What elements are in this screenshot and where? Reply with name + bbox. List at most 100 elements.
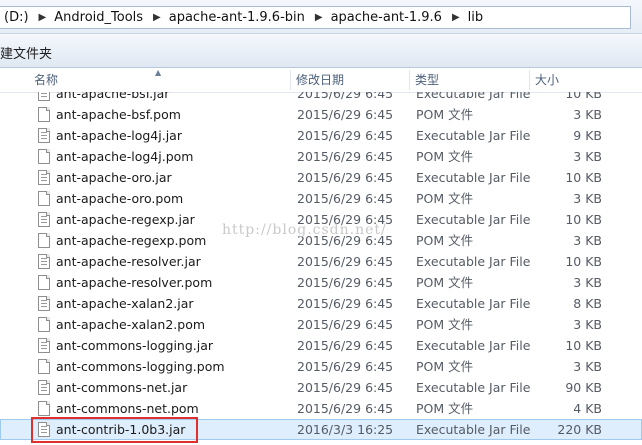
file-row[interactable]: ant-apache-resolver.pom 2015/6/29 6:45 POM…: [0, 272, 642, 293]
file-type: POM 文件: [416, 317, 474, 332]
file-size: 3 KB: [573, 317, 602, 332]
file-row[interactable]: ant-contrib-1.0b3.jar 2016/3/3 16:25 Execu…: [0, 419, 642, 440]
file-modified-date: 2016/3/3 16:25: [297, 422, 394, 437]
file-modified-date: 2015/6/29 6:45: [297, 107, 394, 122]
file-size: 10 KB: [565, 170, 602, 185]
file-name: ant-apache-log4j.pom: [56, 149, 194, 164]
file-type: Executable Jar File: [416, 422, 531, 437]
file-type: POM 文件: [416, 149, 474, 164]
file-name: ant-apache-oro.pom: [56, 191, 184, 206]
file-modified-date: 2015/6/29 6:45: [297, 92, 394, 101]
pom-file-icon: [38, 359, 50, 374]
file-row[interactable]: ant-commons-logging.jar 2015/6/29 6:45 Exe…: [0, 335, 642, 356]
file-size: 8 KB: [573, 296, 602, 311]
pom-file-icon: [38, 149, 50, 164]
file-type: Executable Jar File: [416, 170, 531, 185]
file-row[interactable]: ant-apache-resolver.jar 2015/6/29 6:45 Exe…: [0, 251, 642, 272]
file-row[interactable]: ant-apache-log4j.pom 2015/6/29 6:45 POM 文件…: [0, 146, 642, 167]
chevron-right-icon[interactable]: ▶: [311, 12, 327, 23]
file-size: 3 KB: [573, 191, 602, 206]
file-size: 3 KB: [573, 275, 602, 290]
file-size: 90 KB: [565, 380, 602, 395]
file-modified-date: 2015/6/29 6:45: [297, 338, 394, 353]
new-folder-button[interactable]: 建文件夹: [0, 43, 52, 62]
file-type: POM 文件: [416, 191, 474, 206]
file-name: ant-apache-log4j.jar: [56, 128, 182, 143]
file-rows: ant-apache-bsf.jar 2015/6/29 6:45 Executab…: [0, 92, 642, 440]
jar-file-icon: [38, 254, 50, 269]
chevron-right-icon[interactable]: ▶: [149, 12, 165, 23]
breadcrumb-lib[interactable]: lib: [464, 10, 489, 25]
file-modified-date: 2015/6/29 6:45: [297, 275, 394, 290]
breadcrumb-android-tools[interactable]: Android_Tools: [50, 10, 149, 25]
file-row[interactable]: ant-apache-oro.jar 2015/6/29 6:45 Executab…: [0, 167, 642, 188]
column-header: ▲ 名称 修改日期 类型 大小: [0, 68, 642, 93]
file-size: 9 KB: [573, 128, 602, 143]
file-row[interactable]: ant-apache-oro.pom 2015/6/29 6:45 POM 文件 3 …: [0, 188, 642, 209]
file-name: ant-apache-regexp.jar: [56, 212, 195, 227]
file-modified-date: 2015/6/29 6:45: [297, 254, 394, 269]
pom-file-icon: [38, 191, 50, 206]
file-size: 10 KB: [565, 338, 602, 353]
file-row[interactable]: ant-apache-regexp.jar 2015/6/29 6:45 Execu…: [0, 209, 642, 230]
file-row[interactable]: ant-apache-bsf.jar 2015/6/29 6:45 Executab…: [0, 92, 642, 104]
file-row[interactable]: ant-apache-regexp.pom 2015/6/29 6:45 POM 文…: [0, 230, 642, 251]
jar-file-icon: [38, 128, 50, 143]
jar-file-icon: [38, 422, 50, 437]
file-row[interactable]: ant-apache-xalan2.jar 2015/6/29 6:45 Execu…: [0, 293, 642, 314]
file-name: ant-apache-resolver.jar: [56, 254, 201, 269]
breadcrumb-drive[interactable]: (D:): [0, 10, 35, 25]
file-type: Executable Jar File: [416, 338, 531, 353]
file-size: 220 KB: [557, 422, 602, 437]
file-modified-date: 2015/6/29 6:45: [297, 191, 394, 206]
file-row[interactable]: ant-apache-bsf.pom 2015/6/29 6:45 POM 文件 3 …: [0, 104, 642, 125]
file-type: POM 文件: [416, 107, 474, 122]
column-type[interactable]: 类型: [409, 68, 529, 92]
file-size: 10 KB: [565, 212, 602, 227]
file-type: POM 文件: [416, 233, 474, 248]
file-name: ant-apache-oro.jar: [56, 170, 172, 185]
file-type: Executable Jar File: [416, 254, 531, 269]
file-row[interactable]: ant-commons-net.jar 2015/6/29 6:45 Executa…: [0, 377, 642, 398]
column-name[interactable]: 名称: [28, 68, 290, 92]
file-type: POM 文件: [416, 359, 474, 374]
file-name: ant-commons-net.pom: [56, 401, 199, 416]
jar-file-icon: [38, 380, 50, 395]
file-row[interactable]: ant-commons-logging.pom 2015/6/29 6:45 POM…: [0, 356, 642, 377]
file-modified-date: 2015/6/29 6:45: [297, 149, 394, 164]
jar-file-icon: [38, 212, 50, 227]
file-type: POM 文件: [416, 275, 474, 290]
jar-file-icon: [38, 338, 50, 353]
file-modified-date: 2015/6/29 6:45: [297, 128, 394, 143]
file-name: ant-apache-xalan2.jar: [56, 296, 194, 311]
column-date[interactable]: 修改日期: [290, 68, 409, 92]
file-row[interactable]: ant-commons-net.pom 2015/6/29 6:45 POM 文件 4…: [0, 398, 642, 419]
file-type: Executable Jar File: [416, 380, 531, 395]
file-row[interactable]: ant-apache-xalan2.pom 2015/6/29 6:45 POM 文…: [0, 314, 642, 335]
file-type: Executable Jar File: [416, 296, 531, 311]
jar-file-icon: [38, 296, 50, 311]
file-size: 3 KB: [573, 107, 602, 122]
breadcrumb[interactable]: (D:) ▶ Android_Tools ▶ apache-ant-1.9.6-…: [0, 6, 631, 29]
file-type: Executable Jar File: [416, 92, 531, 101]
pom-file-icon: [38, 275, 50, 290]
file-name: ant-apache-bsf.pom: [56, 107, 181, 122]
chevron-right-icon[interactable]: ▶: [35, 12, 51, 23]
file-type: Executable Jar File: [416, 128, 531, 143]
file-row[interactable]: ant-apache-log4j.jar 2015/6/29 6:45 Execut…: [0, 125, 642, 146]
chevron-right-icon[interactable]: ▶: [448, 12, 464, 23]
file-modified-date: 2015/6/29 6:45: [297, 233, 394, 248]
file-modified-date: 2015/6/29 6:45: [297, 317, 394, 332]
column-size[interactable]: 大小: [529, 68, 609, 92]
file-size: 10 KB: [565, 92, 602, 101]
file-name: ant-apache-bsf.jar: [56, 92, 170, 101]
file-name: ant-apache-xalan2.pom: [56, 317, 206, 332]
file-size: 10 KB: [565, 254, 602, 269]
breadcrumb-apache-ant-bin[interactable]: apache-ant-1.9.6-bin: [165, 10, 311, 25]
pom-file-icon: [38, 317, 50, 332]
pom-file-icon: [38, 233, 50, 248]
pom-file-icon: [38, 401, 50, 416]
address-bar: (D:) ▶ Android_Tools ▶ apache-ant-1.9.6-…: [0, 0, 642, 34]
file-modified-date: 2015/6/29 6:45: [297, 212, 394, 227]
breadcrumb-apache-ant[interactable]: apache-ant-1.9.6: [327, 10, 448, 25]
